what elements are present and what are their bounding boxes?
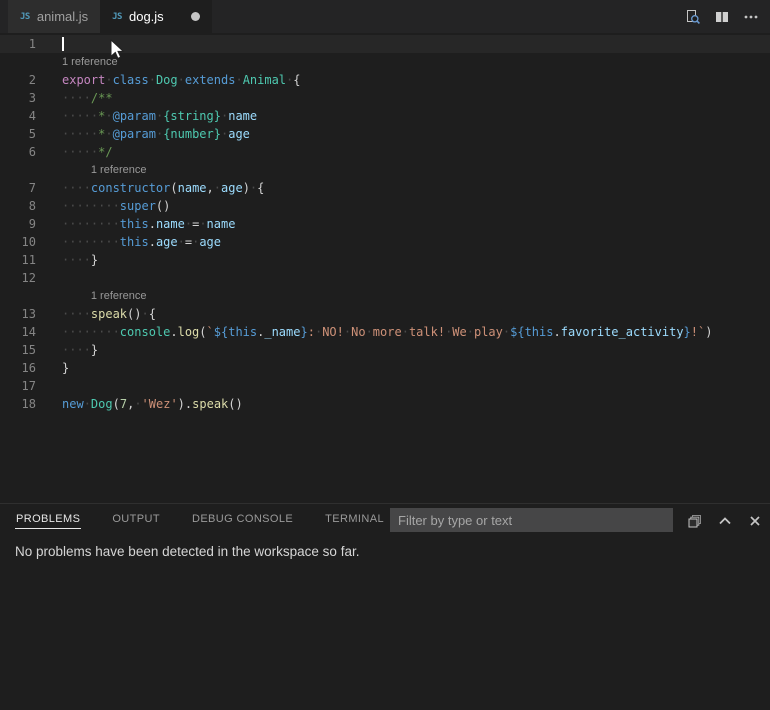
code-text: ········super() — [62, 197, 170, 215]
bottom-panel: PROBLEMS OUTPUT DEBUG CONSOLE TERMINAL — [0, 503, 770, 710]
modified-dot-icon[interactable] — [191, 12, 200, 21]
code-text: ········this.age·=·age — [62, 233, 221, 251]
code-text — [62, 35, 64, 53]
panel-tab-debug-console[interactable]: DEBUG CONSOLE — [191, 504, 294, 528]
code-text: ····} — [62, 341, 98, 359]
panel-tab-terminal[interactable]: TERMINAL — [324, 504, 385, 528]
code-line-18[interactable]: 18 new·Dog(7,·'Wez').speak() — [0, 395, 770, 413]
line-number[interactable]: 9 — [0, 215, 36, 233]
code-text: } — [62, 359, 69, 377]
line-number[interactable]: 4 — [0, 107, 36, 125]
code-line-11[interactable]: 11 ····} — [0, 251, 770, 269]
line-number[interactable]: 14 — [0, 323, 36, 341]
code-line-10[interactable]: 10 ········this.age·=·age — [0, 233, 770, 251]
code-line-8[interactable]: 8 ········super() — [0, 197, 770, 215]
line-number[interactable]: 13 — [0, 305, 36, 323]
text-cursor — [62, 37, 64, 51]
tab-label: dog.js — [129, 9, 164, 24]
editor-actions — [682, 0, 770, 33]
code-line-6[interactable]: 6 ·····*/ — [0, 143, 770, 161]
code-text: ·····*/ — [62, 143, 113, 161]
code-text: new·Dog(7,·'Wez').speak() — [62, 395, 243, 413]
panel-tab-output[interactable]: OUTPUT — [111, 504, 161, 528]
code-text: ········console.log(`${this._name}:·NO!·… — [62, 323, 712, 341]
line-number[interactable]: 3 — [0, 89, 36, 107]
split-editor-icon[interactable] — [711, 6, 733, 28]
code-text: ····speak()·{ — [62, 305, 156, 323]
js-file-icon: JS — [20, 12, 30, 22]
js-file-icon: JS — [112, 12, 122, 22]
code-line-4[interactable]: 4 ·····*·@param·{string}·name — [0, 107, 770, 125]
line-number[interactable]: 12 — [0, 269, 36, 287]
panel-header: PROBLEMS OUTPUT DEBUG CONSOLE TERMINAL — [0, 504, 770, 535]
editor-tab-bar: JS animal.js JS dog.js — [0, 0, 770, 33]
codelens-reference[interactable]: 1 reference — [0, 161, 770, 179]
code-line-17[interactable]: 17 — [0, 377, 770, 395]
code-text: export·class·Dog·extends·Animal·{ — [62, 71, 301, 89]
problems-message: No problems have been detected in the wo… — [15, 544, 359, 559]
code-text: ····constructor(name,·age)·{ — [62, 179, 264, 197]
code-line-12[interactable]: 12 — [0, 269, 770, 287]
line-number[interactable]: 18 — [0, 395, 36, 413]
line-number[interactable]: 16 — [0, 359, 36, 377]
editor-tab-animal.js[interactable]: JS animal.js — [8, 0, 100, 33]
code-line-16[interactable]: 16} — [0, 359, 770, 377]
code-text: ·····*·@param·{number}·age — [62, 125, 250, 143]
code-line-14[interactable]: 14 ········console.log(`${this._name}:·NO… — [0, 323, 770, 341]
maximize-panel-icon[interactable] — [714, 510, 736, 532]
line-number[interactable]: 7 — [0, 179, 36, 197]
open-preview-icon[interactable] — [682, 6, 704, 28]
codelens-reference[interactable]: 1 reference — [0, 53, 770, 71]
editor-tabs: JS animal.js JS dog.js — [8, 0, 212, 33]
line-number[interactable]: 6 — [0, 143, 36, 161]
line-number[interactable]: 5 — [0, 125, 36, 143]
code-line-9[interactable]: 9 ········this.name·=·name — [0, 215, 770, 233]
vscode-window: JS animal.js JS dog.js — [0, 0, 770, 710]
line-number[interactable]: 1 — [0, 35, 36, 53]
code-text: ·····*·@param·{string}·name — [62, 107, 257, 125]
code-line-1[interactable]: 1 — [0, 35, 770, 53]
tab-label: animal.js — [37, 9, 88, 24]
line-number[interactable]: 8 — [0, 197, 36, 215]
code-text: ····} — [62, 251, 98, 269]
problems-filter-input[interactable] — [390, 508, 673, 532]
code-line-2[interactable]: 2 export·class·Dog·extends·Animal·{ — [0, 71, 770, 89]
line-number[interactable]: 10 — [0, 233, 36, 251]
editor-tab-dog.js[interactable]: JS dog.js — [100, 0, 212, 33]
collapse-all-icon[interactable] — [684, 510, 706, 532]
codelens-reference[interactable]: 1 reference — [0, 287, 770, 305]
more-actions-icon[interactable] — [740, 6, 762, 28]
code-editor[interactable]: 11 reference2export·class·Dog·extends·An… — [0, 33, 770, 503]
code-text: ········this.name·=·name — [62, 215, 235, 233]
code-text: ····/** — [62, 89, 113, 107]
code-line-13[interactable]: 13 ····speak()·{ — [0, 305, 770, 323]
line-number[interactable]: 2 — [0, 71, 36, 89]
panel-tab-problems[interactable]: PROBLEMS — [15, 504, 81, 529]
line-number[interactable]: 11 — [0, 251, 36, 269]
code-line-3[interactable]: 3 ····/** — [0, 89, 770, 107]
panel-body: No problems have been detected in the wo… — [0, 535, 770, 559]
line-number[interactable]: 17 — [0, 377, 36, 395]
close-panel-icon[interactable] — [744, 510, 766, 532]
line-number[interactable]: 15 — [0, 341, 36, 359]
code-line-5[interactable]: 5 ·····*·@param·{number}·age — [0, 125, 770, 143]
code-line-15[interactable]: 15 ····} — [0, 341, 770, 359]
panel-actions — [684, 510, 766, 532]
code-line-7[interactable]: 7 ····constructor(name,·age)·{ — [0, 179, 770, 197]
